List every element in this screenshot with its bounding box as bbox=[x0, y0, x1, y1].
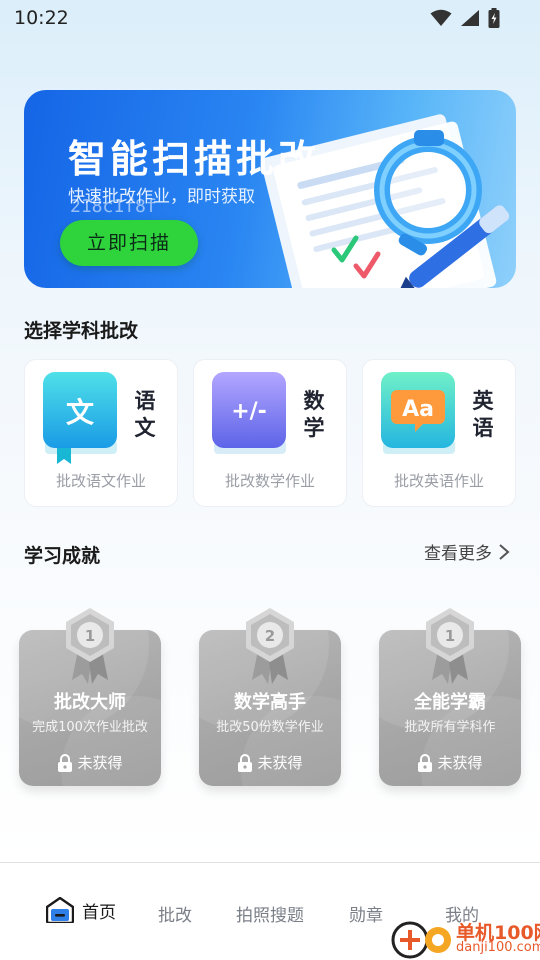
medal-icon: 1 bbox=[426, 608, 474, 684]
achievement-status: 未获得 bbox=[199, 752, 341, 773]
svg-text:1: 1 bbox=[445, 627, 455, 645]
achievement-status-label: 未获得 bbox=[77, 754, 123, 772]
subject-desc-english: 批改英语作业 bbox=[393, 472, 484, 490]
watermark-url: danji100.com bbox=[456, 940, 540, 955]
svg-text:文: 文 bbox=[66, 396, 94, 429]
banner-code: 218c1f8f bbox=[70, 196, 157, 217]
banner-title: 智能扫描批改 bbox=[68, 137, 321, 181]
svg-text:2: 2 bbox=[265, 627, 275, 645]
see-more-label: 查看更多 bbox=[424, 544, 492, 564]
subject-card-chinese[interactable]: 文 语文 批改语文作业 bbox=[24, 359, 178, 507]
subject-name-math: 数学 bbox=[303, 389, 325, 440]
subjects-section-title: 选择学科批改 bbox=[24, 320, 139, 342]
chevron-right-icon bbox=[499, 543, 510, 560]
medal-icon: 2 bbox=[246, 608, 294, 684]
status-bar: 10:22 bbox=[0, 0, 540, 38]
medal-icon: 1 bbox=[66, 608, 114, 684]
achievement-desc: 完成100次作业批改 bbox=[32, 720, 148, 735]
lock-icon bbox=[58, 753, 73, 772]
nav-item-photo-search[interactable]: 拍照搜题 bbox=[236, 901, 304, 926]
achievement-title: 批改大师 bbox=[54, 692, 126, 713]
signal-icon bbox=[461, 10, 479, 26]
subject-name-english: 英语 bbox=[472, 389, 494, 440]
achievement-desc: 批改50份数学作业 bbox=[216, 720, 324, 735]
see-more-link[interactable]: 查看更多 bbox=[424, 539, 510, 564]
achievement-title: 全能学霸 bbox=[414, 692, 486, 713]
achievement-status-label: 未获得 bbox=[257, 754, 303, 772]
banner-illustration bbox=[261, 114, 510, 288]
nav-item-home[interactable]: 首页 bbox=[46, 897, 116, 923]
home-icon bbox=[46, 897, 74, 923]
battery-icon bbox=[488, 8, 500, 28]
scan-now-button[interactable]: 立即扫描 bbox=[60, 220, 198, 266]
chinese-book-icon: 文 bbox=[43, 372, 117, 464]
achievement-title: 数学高手 bbox=[234, 692, 306, 713]
subject-desc-chinese: 批改语文作业 bbox=[55, 472, 146, 490]
english-book-icon: Aa bbox=[381, 372, 455, 454]
subject-name-chinese: 语文 bbox=[134, 389, 156, 440]
nav-label-home: 首页 bbox=[82, 902, 116, 923]
watermark-icon bbox=[391, 921, 451, 959]
svg-text:+/-: +/- bbox=[231, 399, 267, 424]
achievements-section-title: 学习成就 bbox=[24, 545, 101, 567]
svg-text:Aa: Aa bbox=[402, 397, 434, 422]
status-time: 10:22 bbox=[14, 7, 69, 29]
status-icons bbox=[430, 8, 500, 28]
nav-item-badges[interactable]: 勋章 bbox=[349, 901, 383, 926]
watermark-logo: 单机100网 danji100.com bbox=[388, 916, 540, 960]
lock-icon bbox=[418, 753, 433, 772]
wifi-icon bbox=[430, 9, 452, 26]
achievement-status: 未获得 bbox=[19, 752, 161, 773]
subject-card-english[interactable]: Aa 英语 批改英语作业 bbox=[362, 359, 516, 507]
scan-banner[interactable]: 智能扫描批改 快速批改作业，即时获取 218c1f8f 立即扫描 bbox=[24, 90, 516, 288]
subject-desc-math: 批改数学作业 bbox=[224, 472, 315, 490]
svg-text:1: 1 bbox=[85, 627, 95, 645]
achievement-status-label: 未获得 bbox=[437, 754, 483, 772]
nav-item-grade[interactable]: 批改 bbox=[158, 901, 192, 926]
achievement-desc: 批改所有学科作 bbox=[404, 720, 496, 735]
achievement-status: 未获得 bbox=[379, 752, 521, 773]
subject-card-math[interactable]: +/- 数学 批改数学作业 bbox=[193, 359, 347, 507]
math-book-icon: +/- bbox=[212, 372, 286, 454]
lock-icon bbox=[238, 753, 253, 772]
